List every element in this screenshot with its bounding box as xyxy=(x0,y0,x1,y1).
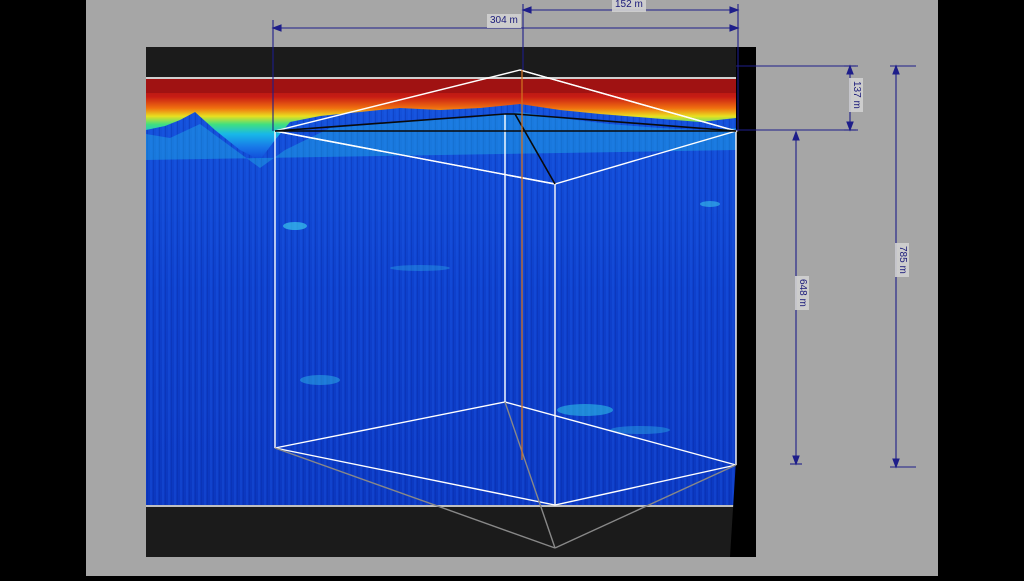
echo-target xyxy=(557,404,613,416)
sonar-canvas xyxy=(86,0,938,576)
surface-band xyxy=(146,79,736,93)
width-label: 304 m xyxy=(487,14,521,28)
echo-target xyxy=(300,375,340,385)
echo-target xyxy=(700,201,720,207)
half-width-label: 152 m xyxy=(612,0,646,12)
column-height-label: 648 m xyxy=(795,276,809,310)
echo-target xyxy=(390,265,450,271)
surface-line xyxy=(146,77,736,79)
total-depth-label: 785 m xyxy=(895,243,909,277)
sonar-volume-view: 304 m 152 m 137 m 648 m 785 m xyxy=(0,0,1024,576)
echo-target xyxy=(283,222,307,230)
surface-depth-label: 137 m xyxy=(849,78,863,112)
